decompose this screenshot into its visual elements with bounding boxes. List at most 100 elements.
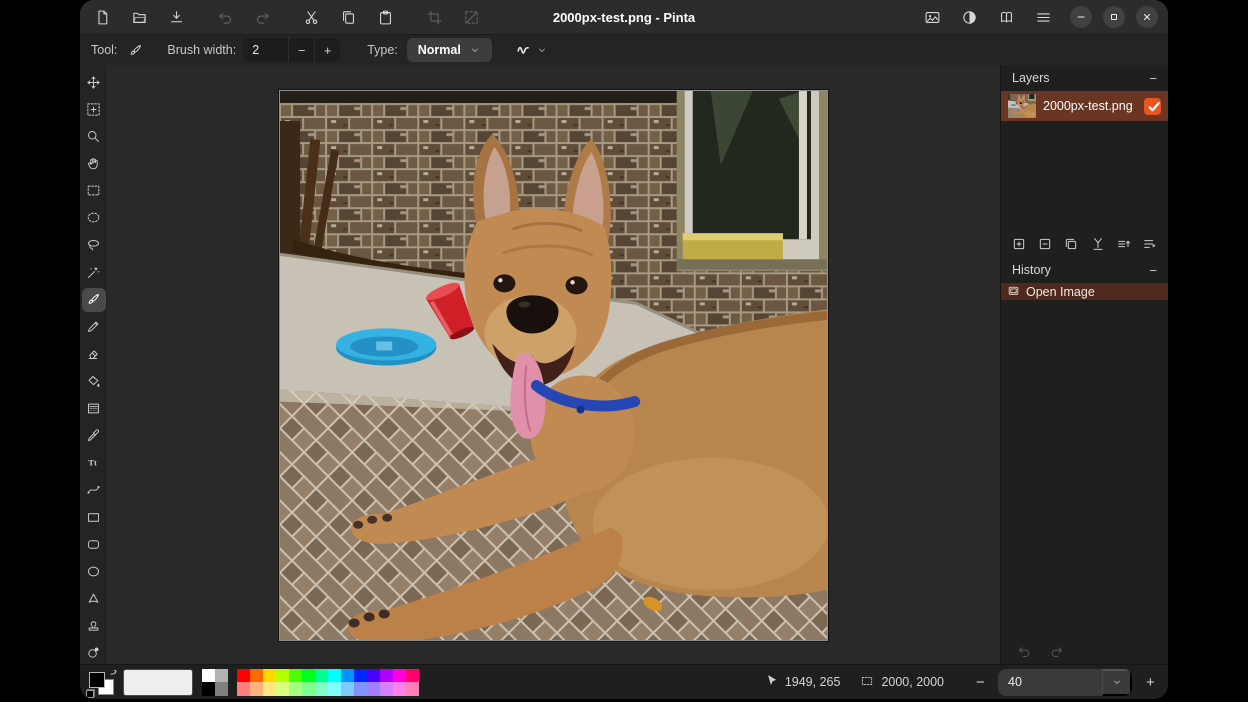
palette-swatch-7fff8e[interactable] — [302, 682, 315, 696]
paste-button[interactable] — [373, 5, 397, 29]
move-selected-tool[interactable] — [82, 70, 106, 94]
palette-swatch-7f7f7f[interactable] — [215, 682, 228, 696]
adjustments-menu-button[interactable] — [957, 5, 981, 29]
add-layer-button[interactable] — [1008, 233, 1029, 255]
color-swatch-widget[interactable] — [88, 668, 115, 696]
undo-button[interactable] — [213, 5, 237, 29]
current-tool-paintbrush-icon[interactable] — [124, 39, 146, 61]
layer-properties-button[interactable] — [1140, 233, 1161, 255]
line-curve-tool[interactable] — [82, 478, 106, 502]
layer-visible-checkbox[interactable] — [1144, 98, 1161, 115]
text-tool[interactable]: Tt — [82, 451, 106, 475]
paint-bucket-tool[interactable] — [82, 369, 106, 393]
color-picker-tool[interactable] — [82, 423, 106, 447]
minimize-button[interactable] — [1070, 6, 1092, 28]
close-button[interactable] — [1136, 6, 1158, 28]
palette-swatch-ffe97f[interactable] — [263, 682, 276, 696]
primary-color-swatch[interactable] — [89, 672, 105, 688]
palette-swatch-0026ff[interactable] — [354, 669, 367, 683]
zoom-dropdown-button[interactable] — [1102, 669, 1132, 696]
palette-swatch-ff006e[interactable] — [406, 669, 419, 683]
eraser-tool[interactable] — [82, 342, 106, 366]
palette-swatch-7fc9ff[interactable] — [341, 682, 354, 696]
pencil-tool[interactable] — [82, 315, 106, 339]
open-image-button[interactable] — [127, 5, 151, 29]
recently-used-color-swatch[interactable] — [123, 669, 193, 696]
palette-swatch-ff6a00[interactable] — [250, 669, 263, 683]
rounded-rectangle-tool[interactable] — [82, 532, 106, 556]
palette-swatch-00ff90[interactable] — [315, 669, 328, 683]
pan-tool[interactable] — [82, 152, 106, 176]
raise-layer-button[interactable] — [1113, 233, 1134, 255]
palette-swatch-ff00dc[interactable] — [393, 669, 406, 683]
palette-swatch-ff7fb6[interactable] — [406, 682, 419, 696]
deselect-all-button[interactable] — [459, 5, 483, 29]
image-menu-button[interactable] — [920, 5, 944, 29]
palette-swatch-ff0000[interactable] — [237, 669, 250, 683]
palette-swatch-ffd800[interactable] — [263, 669, 276, 683]
save-button[interactable] — [164, 5, 188, 29]
palette-swatch-ffffff[interactable] — [202, 669, 215, 683]
zoom-in-button[interactable]: + — [1140, 673, 1160, 692]
maximize-button[interactable] — [1103, 6, 1125, 28]
swap-colors-icon[interactable] — [106, 665, 117, 683]
palette-swatch-ff7fed[interactable] — [393, 682, 406, 696]
recolor-tool[interactable] — [82, 641, 106, 665]
palette-swatch-00ffff[interactable] — [328, 669, 341, 683]
ellipse-select-tool[interactable] — [82, 206, 106, 230]
zoom-input[interactable] — [998, 674, 1102, 690]
palette-swatch-0094ff[interactable] — [341, 669, 354, 683]
lasso-select-tool[interactable] — [82, 233, 106, 257]
redo-button[interactable] — [250, 5, 274, 29]
palette-swatch-daff7f[interactable] — [276, 682, 289, 696]
effects-menu-button[interactable] — [994, 5, 1018, 29]
rectangle-tool[interactable] — [82, 505, 106, 529]
history-redo-button[interactable] — [1045, 640, 1067, 662]
new-image-button[interactable] — [90, 5, 114, 29]
paintbrush-tool[interactable] — [82, 288, 106, 312]
move-selection-tool[interactable] — [82, 97, 106, 121]
palette-swatch-b200ff[interactable] — [380, 669, 393, 683]
palette-swatch-7f92ff[interactable] — [354, 682, 367, 696]
main-menu-button[interactable] — [1031, 5, 1055, 29]
ellipse-tool[interactable] — [82, 559, 106, 583]
layer-row[interactable]: 2000px-test.png — [1001, 91, 1168, 121]
duplicate-layer-button[interactable] — [1061, 233, 1082, 255]
gradient-tool[interactable] — [82, 396, 106, 420]
palette-swatch-ff7f7f[interactable] — [237, 682, 250, 696]
palette-swatch-7fffff[interactable] — [328, 682, 341, 696]
palette-swatch-4800ff[interactable] — [367, 669, 380, 683]
brush-width-input[interactable] — [243, 43, 288, 57]
brush-width-increase-button[interactable]: + — [314, 38, 340, 62]
palette-swatch-b2b2b2[interactable] — [215, 669, 228, 683]
clone-stamp-tool[interactable] — [82, 614, 106, 638]
history-undo-button[interactable] — [1013, 640, 1035, 662]
delete-layer-button[interactable] — [1034, 233, 1055, 255]
crop-to-selection-button[interactable] — [422, 5, 446, 29]
palette-swatch-7fffc5[interactable] — [315, 682, 328, 696]
cut-button[interactable] — [299, 5, 323, 29]
zoom-tool[interactable] — [82, 124, 106, 148]
blend-type-dropdown[interactable]: Normal — [407, 38, 492, 62]
reset-colors-icon[interactable] — [86, 689, 95, 698]
copy-button[interactable] — [336, 5, 360, 29]
canvas[interactable] — [279, 90, 828, 641]
palette-swatch-4cff00[interactable] — [289, 669, 302, 683]
palette-swatch-a5ff7f[interactable] — [289, 682, 302, 696]
palette-swatch-b6ff00[interactable] — [276, 669, 289, 683]
history-collapse-button[interactable]: − — [1149, 263, 1157, 278]
palette-swatch-000000[interactable] — [202, 682, 215, 696]
layers-collapse-button[interactable]: − — [1149, 71, 1157, 86]
palette-swatch-ffb27f[interactable] — [250, 682, 263, 696]
merge-layer-down-button[interactable] — [1087, 233, 1108, 255]
stroke-style-button[interactable] — [509, 39, 554, 61]
rectangle-select-tool[interactable] — [82, 179, 106, 203]
zoom-out-button[interactable]: − — [970, 673, 990, 692]
palette-swatch-00ff21[interactable] — [302, 669, 315, 683]
palette-swatch-a17fff[interactable] — [367, 682, 380, 696]
magic-wand-tool[interactable] — [82, 260, 106, 284]
freeform-shape-tool[interactable] — [82, 587, 106, 611]
palette-swatch-d67fff[interactable] — [380, 682, 393, 696]
brush-width-decrease-button[interactable]: − — [288, 38, 314, 62]
history-entry-open-image[interactable]: Open Image — [1001, 283, 1168, 300]
